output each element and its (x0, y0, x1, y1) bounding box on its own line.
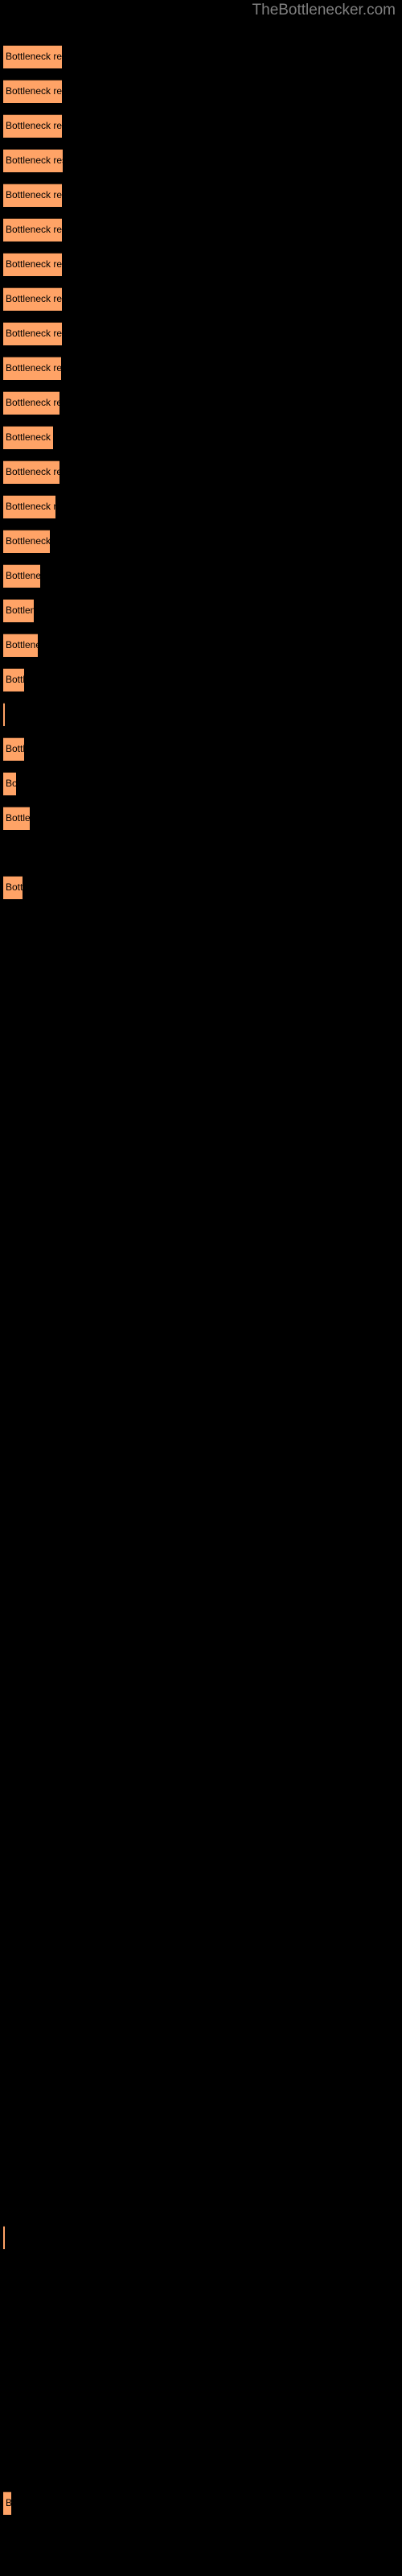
bar-row: Bottleneck result (0, 460, 402, 484)
bar-label: Bottleneck result (6, 328, 62, 339)
bar-row: Bottleneck result (0, 218, 402, 242)
bar-label-clip: Bottleneck result (3, 253, 62, 276)
bar-label: Bottleneck result (6, 881, 23, 893)
bar-row: Bottleneck result (0, 2226, 402, 2249)
bar-row: Bottleneck result (0, 564, 402, 588)
bar-row: Bottleneck result (0, 737, 402, 761)
bar-label-clip: Bottleneck result (3, 599, 34, 622)
bar-label: Bottleneck result (6, 85, 62, 97)
bar-label-clip: Bottleneck result (3, 184, 62, 207)
bar-label: Bottleneck result (6, 639, 38, 650)
bar-label: Bottleneck result (6, 431, 53, 443)
bar-label-clip: Bottleneck result (3, 807, 30, 830)
bar-label-clip: Bottleneck result (3, 322, 62, 345)
bar-label: Bottleneck result (6, 501, 55, 512)
bar-row: Bottleneck result (0, 876, 402, 899)
bar-row: Bottleneck result (0, 772, 402, 795)
bar-label-clip: Bottleneck result (3, 391, 59, 415)
bar-label: Bottleneck result (6, 397, 59, 408)
bar-label: Bottleneck result (6, 605, 34, 616)
bar-label-clip: Bottleneck result (3, 634, 38, 657)
bar-label-clip: Bottleneck result (3, 460, 59, 484)
bar-label: Bottleneck result (6, 535, 50, 547)
bar-row: Bottleneck result (0, 495, 402, 518)
bar-label: Bottleneck result (6, 466, 59, 477)
bar-row: Bottleneck result (0, 530, 402, 553)
bar-row: Bottleneck result (0, 426, 402, 449)
bar-label-clip: Bottleneck result (3, 668, 24, 691)
bar-label: Bottleneck result (6, 120, 62, 131)
bar-label-clip: Bottleneck result (3, 357, 61, 380)
bar-label: Bottleneck result (6, 189, 62, 200)
bar-row: Bottleneck result (0, 322, 402, 345)
bar-label-clip: Bottleneck result (3, 2491, 11, 2515)
bar-label: Bottleneck result (6, 674, 24, 685)
bar-row: Bottleneck result (0, 149, 402, 172)
bar-label-clip: Bottleneck result (3, 876, 23, 899)
bar-label-clip: Bottleneck result (3, 772, 16, 795)
bar-row: Bottleneck result (0, 703, 402, 726)
bar-label-clip: Bottleneck result (3, 564, 40, 588)
bar-label-clip: Bottleneck result (3, 495, 55, 518)
bar-row: Bottleneck result (0, 80, 402, 103)
bar-label: Bottleneck result (6, 155, 63, 166)
bar-label-clip: Bottleneck result (3, 426, 53, 449)
bar-row: Bottleneck result (0, 668, 402, 691)
bar-label-clip: Bottleneck result (3, 737, 24, 761)
bar-label: Bottleneck result (6, 778, 16, 789)
bar-label-clip: Bottleneck result (3, 287, 62, 311)
bar-label-clip: Bottleneck result (3, 114, 62, 138)
bar-label-clip: Bottleneck result (3, 149, 63, 172)
bar-label: Bottleneck result (6, 743, 24, 754)
bar-row: Bottleneck result (0, 599, 402, 622)
bar-label-clip: Bottleneck result (3, 703, 5, 726)
bar-label-clip: Bottleneck result (3, 45, 62, 68)
bar-label: Bottleneck result (6, 258, 62, 270)
bar-label: Bottleneck result (6, 812, 30, 824)
bar-row: Bottleneck result (0, 2491, 402, 2515)
bar-label: Bottleneck result (6, 51, 62, 62)
bar-label: Bottleneck result (6, 2497, 11, 2508)
bar-row: Bottleneck result (0, 807, 402, 830)
bar-label: Bottleneck result (6, 224, 62, 235)
bar-row: Bottleneck result (0, 184, 402, 207)
bar-row: Bottleneck result (0, 357, 402, 380)
bar-row: Bottleneck result (0, 391, 402, 415)
bar-label: Bottleneck result (6, 570, 40, 581)
bar-row: Bottleneck result (0, 253, 402, 276)
bottleneck-bar-chart: Bottleneck result Bottleneck result Bottle… (0, 0, 402, 2576)
bar-row: Bottleneck result (0, 45, 402, 68)
bar-label: Bottleneck result (6, 362, 61, 374)
bar-row: Bottleneck result (0, 634, 402, 657)
bar-label-clip: Bottleneck result (3, 530, 50, 553)
bar-row: Bottleneck result (0, 114, 402, 138)
bar-label-clip: Bottleneck result (3, 218, 62, 242)
bar-label-clip: Bottleneck result (3, 80, 62, 103)
bar-label: Bottleneck result (6, 293, 62, 304)
bar-row: Bottleneck result (0, 287, 402, 311)
bar-label-clip: Bottleneck result (3, 2226, 5, 2249)
